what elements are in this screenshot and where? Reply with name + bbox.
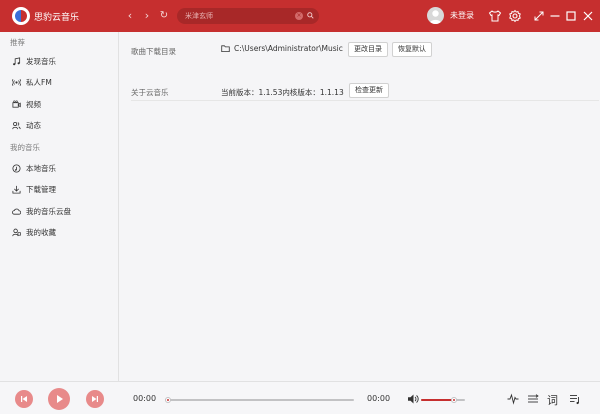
music-note-icon — [13, 56, 21, 65]
cloud-icon — [12, 208, 21, 215]
folder-icon — [221, 45, 230, 53]
check-update-button[interactable]: 检查更新 — [349, 83, 389, 98]
version-info: 当前版本：1.1.53内核版本：1.1.13 — [221, 88, 344, 97]
skin-icon[interactable] — [488, 9, 502, 23]
settings-panel: 歌曲下载目录 C:\Users\Administrator\Music 更改目录… — [120, 32, 600, 381]
sidebar-item-label: 我的音乐云盘 — [26, 206, 71, 216]
volume-icon[interactable] — [407, 393, 419, 405]
total-time: 00:00 — [367, 394, 391, 403]
playlist-icon[interactable] — [569, 393, 581, 405]
login-link[interactable]: 未登录 — [450, 10, 474, 21]
sidebar-item-fm[interactable]: 私人FM — [12, 75, 52, 89]
sidebar-item-video[interactable]: 视频 — [12, 97, 41, 111]
sidebar-item-my-collection[interactable]: 我的收藏 — [12, 225, 56, 239]
sidebar-item-cloud-drive[interactable]: 我的音乐云盘 — [12, 204, 71, 218]
clear-search-icon[interactable]: × — [295, 12, 303, 20]
about-label: 关于云音乐 — [131, 88, 169, 97]
settings-gear-icon[interactable] — [508, 9, 522, 23]
sound-effect-icon[interactable] — [507, 393, 519, 405]
close-icon[interactable] — [581, 9, 595, 23]
video-icon — [12, 99, 21, 108]
next-button[interactable] — [86, 390, 104, 408]
volume-slider[interactable] — [421, 397, 465, 403]
app-logo — [12, 7, 30, 25]
change-directory-button[interactable]: 更改目录 — [348, 42, 388, 57]
sidebar-item-label: 下载管理 — [26, 184, 56, 194]
divider — [131, 100, 599, 101]
app-title: 思豹云音乐 — [34, 13, 80, 23]
search-icon[interactable] — [307, 12, 314, 19]
sidebar-item-label: 发现音乐 — [26, 56, 56, 66]
friends-icon — [12, 121, 21, 129]
maximize-icon[interactable] — [564, 9, 578, 23]
back-button[interactable]: ‹ — [123, 8, 137, 24]
minimize-icon[interactable] — [548, 9, 562, 23]
sidebar-item-label: 我的收藏 — [26, 227, 56, 237]
sidebar-item-moments[interactable]: 动态 — [12, 118, 41, 132]
play-button[interactable] — [48, 388, 70, 410]
sidebar-item-local-music[interactable]: 本地音乐 — [12, 161, 56, 175]
next-icon — [92, 396, 98, 402]
sidebar-item-download-manager[interactable]: 下载管理 — [12, 182, 56, 196]
title-bar: 思豹云音乐 ‹ › ↻ × 未登录 — [0, 0, 600, 32]
user-avatar-icon — [429, 10, 442, 24]
play-icon — [56, 395, 63, 403]
progress-handle[interactable] — [165, 397, 171, 403]
refresh-button[interactable]: ↻ — [157, 8, 171, 24]
previous-button[interactable] — [15, 390, 33, 408]
download-path-text: C:\Users\Administrator\Music — [234, 44, 343, 53]
player-bar: 00:00 00:00 词 — [0, 381, 600, 414]
lyric-button[interactable]: 词 — [547, 392, 558, 408]
mini-mode-icon[interactable] — [532, 9, 546, 23]
volume-handle[interactable] — [451, 397, 457, 403]
current-time: 00:00 — [133, 394, 157, 403]
search-box: × — [177, 8, 319, 24]
avatar[interactable] — [427, 7, 444, 24]
download-dir-label: 歌曲下载目录 — [131, 47, 176, 56]
sidebar-item-label: 私人FM — [26, 77, 52, 87]
section-title-my-music: 我的音乐 — [10, 143, 40, 152]
sidebar-item-label: 本地音乐 — [26, 163, 56, 173]
download-path: C:\Users\Administrator\Music — [221, 44, 343, 53]
restore-default-button[interactable]: 恢复默认 — [392, 42, 432, 57]
previous-icon — [21, 396, 27, 402]
sidebar-item-label: 动态 — [26, 120, 41, 130]
disc-icon — [12, 163, 21, 173]
progress-bar[interactable] — [165, 397, 354, 403]
sidebar-item-discover[interactable]: 发现音乐 — [12, 54, 56, 68]
download-icon — [12, 185, 21, 194]
play-mode-icon[interactable] — [527, 393, 539, 405]
search-input[interactable] — [177, 12, 287, 20]
sidebar-item-label: 视频 — [26, 99, 41, 109]
section-title-recommend: 推荐 — [10, 38, 25, 47]
radio-icon — [12, 78, 21, 86]
volume-level — [421, 399, 454, 401]
sidebar: 推荐 发现音乐 私人FM 视频 动态 我的音乐 本地音乐 下载管理 我的音乐云盘… — [0, 32, 119, 381]
collect-icon — [12, 228, 21, 236]
forward-button[interactable]: › — [140, 8, 154, 24]
